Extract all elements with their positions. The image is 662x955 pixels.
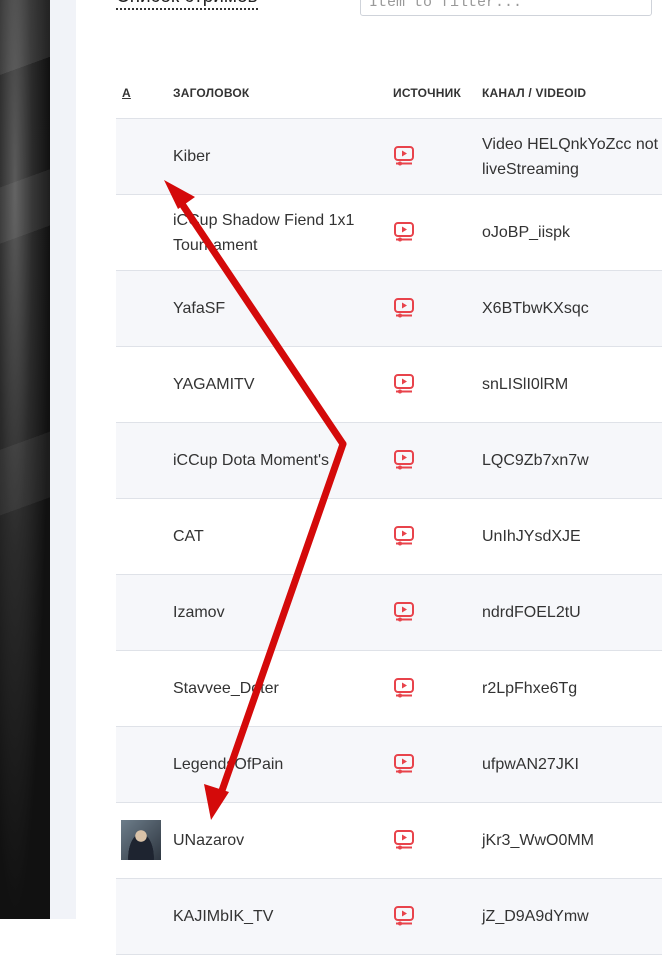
stream-title: Stavvee_Doter xyxy=(173,680,279,697)
avatar-cell xyxy=(121,212,161,252)
video-id: r2LpFhxe6Tg xyxy=(482,680,578,697)
youtube-play-icon[interactable] xyxy=(393,374,415,394)
table-row[interactable]: KAJIMbIK_TV jZ_D9A9dYmw xyxy=(116,879,662,955)
filter-input[interactable]: Item to filter... xyxy=(360,0,652,16)
column-header-channel[interactable]: КАНАЛ / VIDEOID xyxy=(482,86,586,100)
stream-title: iCCup Dota Moment's xyxy=(173,452,329,469)
video-id: ndrdFOEL2tU xyxy=(482,604,581,621)
background-image xyxy=(0,0,50,919)
stream-title: iCCup Shadow Fiend 1x1 Tournament xyxy=(173,211,355,254)
table-row[interactable]: YAGAMITV snLISlI0lRM xyxy=(116,347,662,423)
video-id: jKr3_WwO0MM xyxy=(482,832,595,849)
table-row[interactable]: CAT UnIhJYsdXJE xyxy=(116,499,662,575)
avatar-cell xyxy=(121,288,161,328)
video-id: ufpwAN27JKI xyxy=(482,756,579,773)
table-row[interactable]: iCCup Shadow Fiend 1x1 Tournament oJoBP_i… xyxy=(116,195,662,271)
page-gutter xyxy=(50,0,76,919)
video-id: X6BTbwKXsqc xyxy=(482,300,589,317)
avatar-cell xyxy=(121,592,161,632)
table-header: А ЗАГОЛОВОК ИСТОЧНИК КАНАЛ / VIDEOID xyxy=(116,78,662,119)
youtube-play-icon[interactable] xyxy=(393,602,415,622)
avatar-cell xyxy=(121,516,161,556)
column-header-title[interactable]: ЗАГОЛОВОК xyxy=(173,86,249,100)
avatar-cell xyxy=(121,136,161,176)
avatar xyxy=(121,820,161,860)
avatar-cell xyxy=(121,896,161,936)
youtube-play-icon[interactable] xyxy=(393,146,415,166)
table-row[interactable]: LegendsOfPain ufpwAN27JKI xyxy=(116,727,662,803)
video-id: oJoBP_iispk xyxy=(482,224,571,241)
avatar-cell xyxy=(121,364,161,404)
stream-title: CAT xyxy=(173,528,204,545)
avatar-cell xyxy=(121,668,161,708)
stream-title: Kiber xyxy=(173,148,211,165)
youtube-play-icon[interactable] xyxy=(393,298,415,318)
stream-title: UNazarov xyxy=(173,832,245,849)
stream-title: KAJIMbIK_TV xyxy=(173,908,274,925)
table-row[interactable]: Kiber Video HELQnkYoZcc not liveStreaming xyxy=(116,119,662,195)
video-id: LQC9Zb7xn7w xyxy=(482,452,589,469)
column-header-avatar[interactable]: А xyxy=(122,86,131,100)
youtube-play-icon[interactable] xyxy=(393,222,415,242)
table-row[interactable]: Stavvee_Doter r2LpFhxe6Tg xyxy=(116,651,662,727)
stream-title: YAGAMITV xyxy=(173,376,255,393)
youtube-play-icon[interactable] xyxy=(393,906,415,926)
video-id: UnIhJYsdXJE xyxy=(482,528,581,545)
avatar-cell xyxy=(121,744,161,784)
youtube-play-icon[interactable] xyxy=(393,526,415,546)
stream-title: LegendsOfPain xyxy=(173,756,284,773)
table-row[interactable]: UNazarov jKr3_WwO0MM xyxy=(116,803,662,879)
table-row[interactable]: Izamov ndrdFOEL2tU xyxy=(116,575,662,651)
video-id: jZ_D9A9dYmw xyxy=(482,908,589,925)
video-id: snLISlI0lRM xyxy=(482,376,569,393)
table-body: Kiber Video HELQnkYoZcc not liveStreaming… xyxy=(116,119,662,955)
youtube-play-icon[interactable] xyxy=(393,450,415,470)
stream-title: YafaSF xyxy=(173,300,226,317)
video-id: Video HELQnkYoZcc not liveStreaming xyxy=(482,135,659,178)
table-row[interactable]: iCCup Dota Moment's LQC9Zb7xn7w xyxy=(116,423,662,499)
youtube-play-icon[interactable] xyxy=(393,678,415,698)
stream-title: Izamov xyxy=(173,604,225,621)
list-title: Список стримов xyxy=(116,0,258,10)
table-row[interactable]: YafaSF X6BTbwKXsqc xyxy=(116,271,662,347)
youtube-play-icon[interactable] xyxy=(393,754,415,774)
column-header-source[interactable]: ИСТОЧНИК xyxy=(393,86,461,100)
youtube-play-icon[interactable] xyxy=(393,830,415,850)
avatar-cell xyxy=(121,820,161,860)
avatar-cell xyxy=(121,440,161,480)
